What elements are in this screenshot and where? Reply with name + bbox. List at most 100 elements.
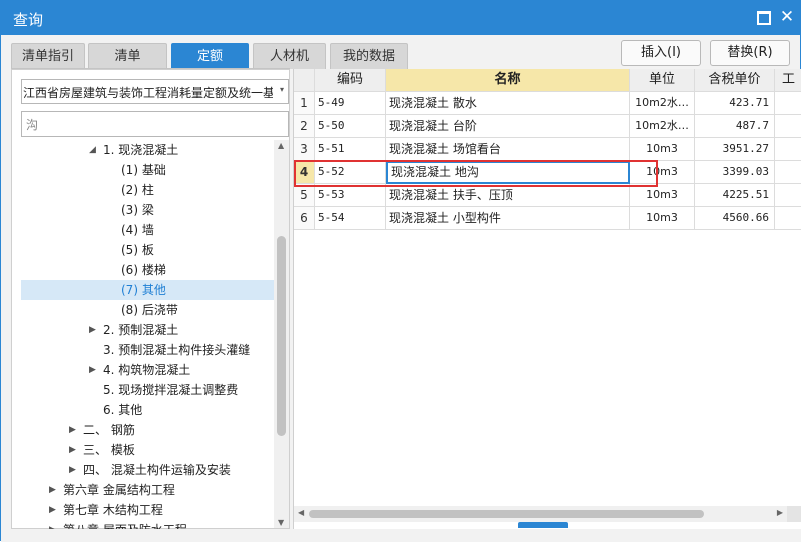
- search-field[interactable]: [21, 111, 289, 137]
- tree-item[interactable]: 6. 其他: [21, 400, 274, 420]
- collapse-icon[interactable]: ◢: [89, 140, 96, 160]
- tree-item-label: (3) 梁: [121, 203, 154, 217]
- extra-cell[interactable]: [775, 92, 801, 115]
- unit-cell[interactable]: 10m3: [630, 184, 695, 207]
- tree-item[interactable]: (4) 墙: [21, 220, 274, 240]
- name-cell[interactable]: 现浇混凝土 散水: [386, 92, 630, 115]
- tree-item[interactable]: (2) 柱: [21, 180, 274, 200]
- extra-cell[interactable]: [775, 184, 801, 207]
- tree-item-label: 第七章 木结构工程: [63, 503, 163, 517]
- code-cell[interactable]: 5-54: [315, 207, 386, 230]
- expand-icon[interactable]: ▶: [49, 480, 56, 500]
- extra-cell[interactable]: [775, 161, 801, 184]
- tree-item[interactable]: (6) 楼梯: [21, 260, 274, 280]
- panel-splitter-handle[interactable]: [518, 522, 568, 528]
- row-number[interactable]: 3: [294, 138, 315, 161]
- scroll-thumb[interactable]: [309, 510, 704, 518]
- name-cell[interactable]: 现浇混凝土 扶手、压顶: [386, 184, 630, 207]
- name-column-header[interactable]: 名称: [386, 69, 630, 92]
- tree-item[interactable]: ▶ 四、 混凝土构件运输及安装: [21, 460, 274, 480]
- insert-button[interactable]: 插入(I): [621, 40, 701, 66]
- maximize-icon[interactable]: [755, 9, 771, 25]
- highlight-frame: [294, 160, 658, 187]
- query-dialog: 查询 ✕ 清单指引 清单 定额 人材机 我的数据 插入(I) 替换(R) 江西省…: [0, 0, 801, 542]
- price-cell[interactable]: 4225.51: [695, 184, 775, 207]
- scroll-down-icon[interactable]: ▼: [278, 518, 284, 527]
- unit-column-header[interactable]: 单位: [630, 69, 695, 92]
- scroll-up-icon[interactable]: ▲: [278, 141, 284, 150]
- tab-labor-material-machine[interactable]: 人材机: [253, 43, 326, 69]
- scroll-thumb[interactable]: [277, 236, 286, 436]
- scroll-left-icon[interactable]: ◀: [298, 508, 304, 517]
- name-cell[interactable]: 现浇混凝土 小型构件: [386, 207, 630, 230]
- tab-my-data[interactable]: 我的数据: [330, 43, 408, 69]
- name-cell[interactable]: 现浇混凝土 台阶: [386, 115, 630, 138]
- price-cell[interactable]: 423.71: [695, 92, 775, 115]
- chapter-panel: 江西省房屋建筑与装饰工程消耗量定额及统一基价表 ▾ ◢ 1. 现浇混凝土 (1) 基…: [11, 69, 290, 530]
- replace-button[interactable]: 替换(R): [710, 40, 790, 66]
- tree-item-label: 6. 其他: [103, 403, 143, 417]
- unit-cell[interactable]: 10m3: [630, 138, 695, 161]
- search-input[interactable]: [22, 112, 288, 136]
- tree-item[interactable]: ▶ 第六章 金属结构工程: [21, 480, 274, 500]
- quota-library-select[interactable]: 江西省房屋建筑与装饰工程消耗量定额及统一基价表 ▾: [21, 79, 289, 104]
- row-number-header[interactable]: [294, 69, 315, 92]
- tree-item[interactable]: ▶ 二、 钢筋: [21, 420, 274, 440]
- close-icon[interactable]: ✕: [779, 9, 795, 26]
- row-number[interactable]: 1: [294, 92, 315, 115]
- price-cell[interactable]: 4560.66: [695, 207, 775, 230]
- extra-cell[interactable]: [775, 115, 801, 138]
- expand-icon[interactable]: ▶: [69, 440, 76, 460]
- tab-bill-guide[interactable]: 清单指引: [11, 43, 85, 69]
- price-cell[interactable]: 3951.27: [695, 138, 775, 161]
- expand-icon[interactable]: ▶: [89, 360, 96, 380]
- tree-item[interactable]: ◢ 1. 现浇混凝土: [21, 140, 274, 160]
- tree-item[interactable]: (8) 后浇带: [21, 300, 274, 320]
- code-column-header[interactable]: 编码: [315, 69, 386, 92]
- name-cell[interactable]: 现浇混凝土 场馆看台: [386, 138, 630, 161]
- tree-item-label: (7) 其他: [121, 283, 166, 297]
- tree-item[interactable]: (5) 板: [21, 240, 274, 260]
- code-cell[interactable]: 5-50: [315, 115, 386, 138]
- unit-cell[interactable]: 10m2水…: [630, 92, 695, 115]
- expand-icon[interactable]: ▶: [89, 320, 96, 340]
- tree-item-label: (6) 楼梯: [121, 263, 166, 277]
- tab-bill[interactable]: 清单: [88, 43, 167, 69]
- tree-scrollbar[interactable]: ▲ ▼: [274, 140, 289, 528]
- tree-item[interactable]: 5. 现场搅拌混凝土调整费: [21, 380, 274, 400]
- scroll-right-icon[interactable]: ▶: [777, 508, 783, 517]
- extra-cell[interactable]: [775, 138, 801, 161]
- tree-item[interactable]: (7) 其他: [21, 280, 274, 300]
- grid-horizontal-scrollbar[interactable]: ◀ ▶: [294, 506, 801, 522]
- price-cell[interactable]: 487.7: [695, 115, 775, 138]
- title-bar[interactable]: 查询 ✕: [1, 1, 800, 35]
- expand-icon[interactable]: ▶: [69, 420, 76, 440]
- tree-item[interactable]: ▶ 三、 模板: [21, 440, 274, 460]
- row-number[interactable]: 5: [294, 184, 315, 207]
- price-cell[interactable]: 3399.03: [695, 161, 775, 184]
- expand-icon[interactable]: ▶: [49, 500, 56, 520]
- extra-column-header[interactable]: 工: [775, 69, 801, 92]
- row-number[interactable]: 2: [294, 115, 315, 138]
- code-cell[interactable]: 5-53: [315, 184, 386, 207]
- tree-item[interactable]: ▶ 2. 预制混凝土: [21, 320, 274, 340]
- scroll-corner: [787, 506, 801, 522]
- tree-item[interactable]: ▶ 第七章 木结构工程: [21, 500, 274, 520]
- tree-item[interactable]: ▶ 4. 构筑物混凝土: [21, 360, 274, 380]
- tree-item[interactable]: 3. 预制混凝土构件接头灌缝: [21, 340, 274, 360]
- unit-cell[interactable]: 10m3: [630, 207, 695, 230]
- tree-item-label: 5. 现场搅拌混凝土调整费: [103, 383, 239, 397]
- expand-icon[interactable]: ▶: [69, 460, 76, 480]
- unit-cell[interactable]: 10m2水…: [630, 115, 695, 138]
- chapter-tree: ◢ 1. 现浇混凝土 (1) 基础 (2) 柱 (3) 梁 (4) 墙 (5) 板 (6) 楼…: [21, 140, 274, 530]
- window-title: 查询: [13, 11, 44, 29]
- tree-item[interactable]: (1) 基础: [21, 160, 274, 180]
- tab-quota[interactable]: 定额: [171, 43, 249, 69]
- code-cell[interactable]: 5-51: [315, 138, 386, 161]
- tree-item[interactable]: (3) 梁: [21, 200, 274, 220]
- extra-cell[interactable]: [775, 207, 801, 230]
- price-column-header[interactable]: 含税单价: [695, 69, 775, 92]
- row-number[interactable]: 6: [294, 207, 315, 230]
- dialog-footer: [1, 529, 801, 542]
- code-cell[interactable]: 5-49: [315, 92, 386, 115]
